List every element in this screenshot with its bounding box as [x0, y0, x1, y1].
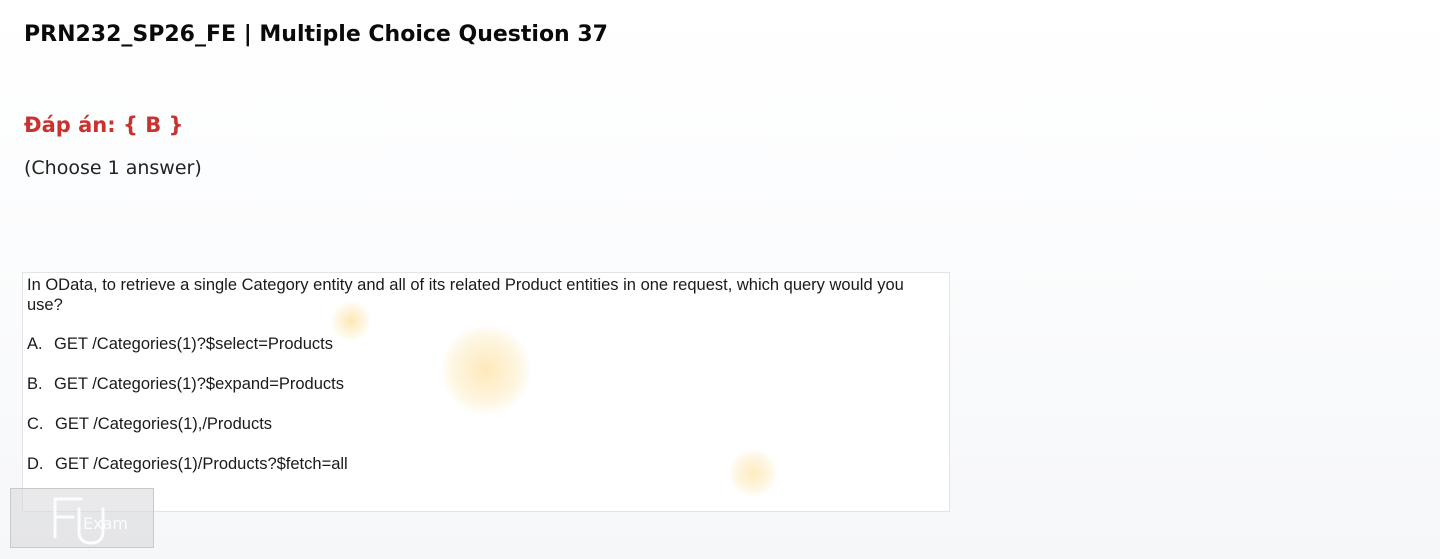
- question-text: In OData, to retrieve a single Category …: [27, 276, 904, 314]
- option-letter: B.: [27, 375, 43, 393]
- decorative-blob: [729, 449, 777, 497]
- page-title: PRN232_SP26_FE | Multiple Choice Questio…: [24, 22, 608, 47]
- answer-instruction: (Choose 1 answer): [24, 157, 202, 179]
- watermark-text: Exam: [83, 514, 128, 533]
- option-b: B. GET /Categories(1)?$expand=Products: [27, 374, 344, 394]
- option-letter: D.: [27, 455, 44, 473]
- fu-exam-logo-icon: Exam: [53, 497, 128, 545]
- option-text: GET /Categories(1)/Products?$fetch=all: [55, 455, 348, 473]
- decorative-blob: [441, 325, 531, 415]
- option-c: C. GET /Categories(1),/Products: [27, 414, 272, 434]
- question-image: In OData, to retrieve a single Category …: [22, 272, 950, 512]
- answer-key: Đáp án: { B }: [24, 113, 184, 137]
- option-letter: A.: [27, 335, 43, 353]
- option-text: GET /Categories(1),/Products: [55, 415, 273, 433]
- option-a: A. GET /Categories(1)?$select=Products: [27, 334, 333, 354]
- fu-exam-watermark: Exam: [10, 488, 154, 548]
- option-d: D. GET /Categories(1)/Products?$fetch=all: [27, 454, 348, 474]
- option-letter: C.: [27, 415, 44, 433]
- option-text: GET /Categories(1)?$expand=Products: [54, 375, 344, 393]
- option-text: GET /Categories(1)?$select=Products: [54, 335, 333, 353]
